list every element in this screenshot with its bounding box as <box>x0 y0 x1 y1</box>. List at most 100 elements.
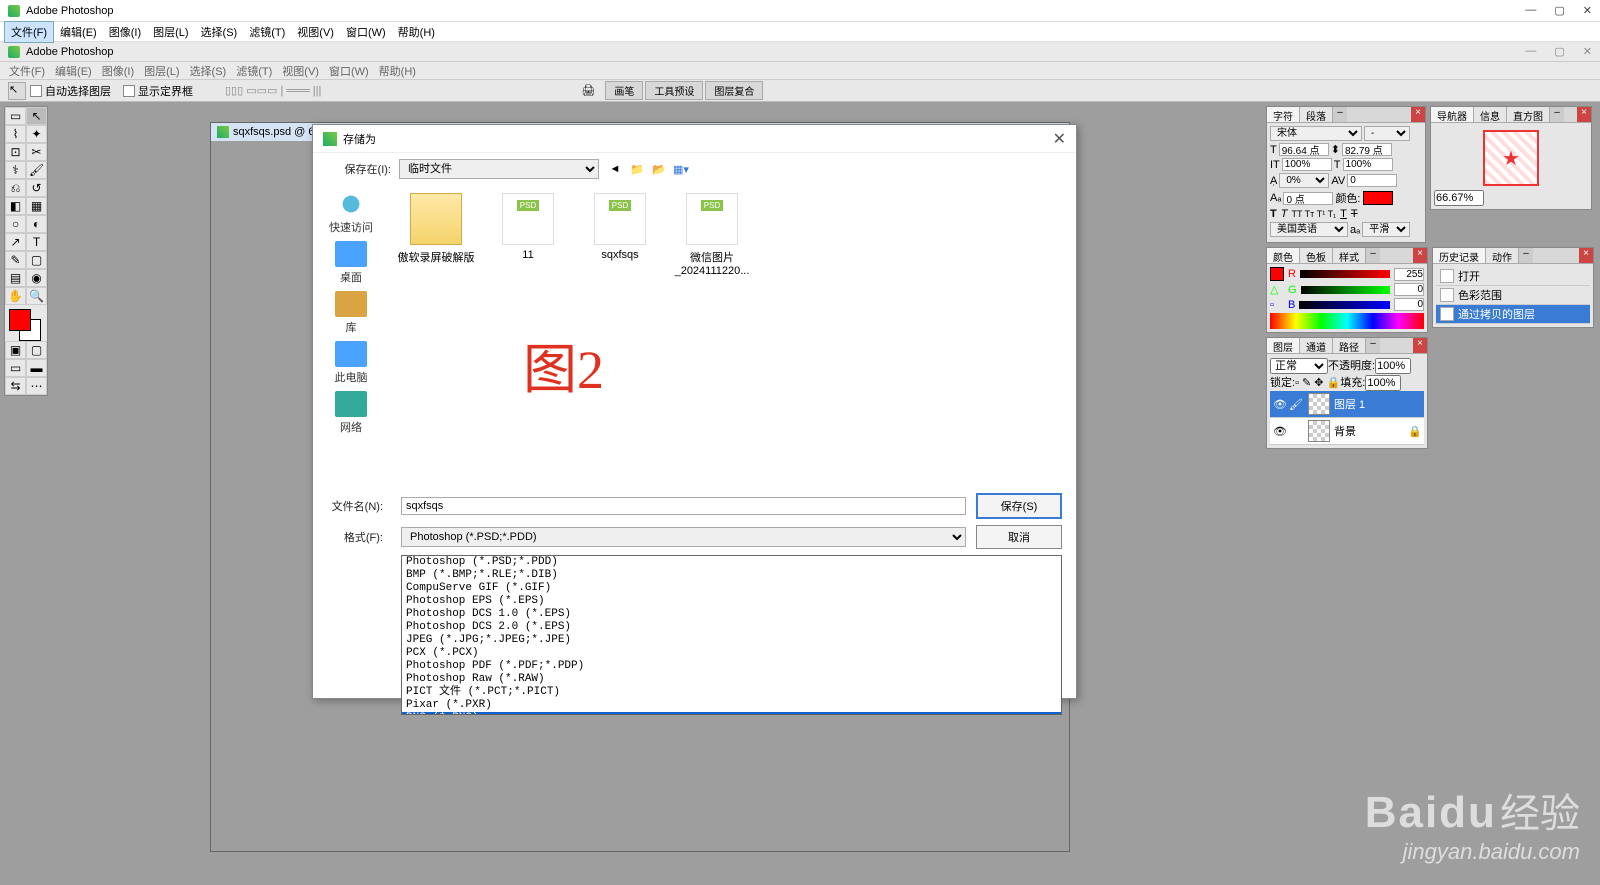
submenu-layer[interactable]: 图层(L) <box>139 62 184 80</box>
menu-filter[interactable]: 滤镜(T) <box>243 22 291 42</box>
heal-tool[interactable]: ⚕ <box>5 161 26 179</box>
menu-select[interactable]: 选择(S) <box>195 22 244 42</box>
r-slider[interactable] <box>1300 270 1390 278</box>
pen-tool[interactable]: ✎ <box>5 251 26 269</box>
sub-close-icon[interactable]: ✕ <box>1583 45 1592 58</box>
sub-minimize-icon[interactable]: — <box>1525 45 1536 58</box>
history-brush-tool[interactable]: ↺ <box>26 179 47 197</box>
format-select[interactable]: Photoshop (*.PSD;*.PDD) <box>401 527 966 547</box>
place-network[interactable]: 网络 <box>335 391 367 435</box>
screenmode-icon[interactable]: ▢ <box>26 341 47 359</box>
visibility-icon[interactable]: 👁 <box>1272 425 1288 438</box>
spectrum-picker[interactable] <box>1270 313 1424 329</box>
save-in-select[interactable]: 临时文件 <box>399 159 599 179</box>
zoom-input[interactable] <box>1434 190 1484 206</box>
save-button[interactable]: 保存(S) <box>976 493 1062 519</box>
submenu-image[interactable]: 图像(I) <box>97 62 139 80</box>
tab-character[interactable]: 字符 <box>1267 107 1300 122</box>
format-option[interactable]: CompuServe GIF (*.GIF) <box>402 582 1061 595</box>
hand-tool[interactable]: ✋ <box>5 287 26 305</box>
font-style-select[interactable]: - <box>1364 126 1410 141</box>
shape-tool[interactable]: ▢ <box>26 251 47 269</box>
g-input[interactable] <box>1394 283 1424 296</box>
jump-icon[interactable]: ⇆ <box>5 377 26 395</box>
format-option[interactable]: Photoshop DCS 1.0 (*.EPS) <box>402 608 1061 621</box>
menu-image[interactable]: 图像(I) <box>103 22 147 42</box>
crop-tool[interactable]: ⊡ <box>5 143 26 161</box>
tab-layer-comps[interactable]: 图层复合 <box>705 81 763 100</box>
color-swatches[interactable] <box>5 305 47 341</box>
font-family-select[interactable]: 宋体 <box>1270 126 1362 141</box>
zoom-tool[interactable]: 🔍 <box>26 287 47 305</box>
close-icon[interactable]: ✕ <box>1583 4 1592 17</box>
antialias-select[interactable]: 平滑 <box>1362 222 1410 237</box>
tab-info[interactable]: 信息 <box>1474 107 1507 122</box>
g-slider[interactable] <box>1301 286 1390 294</box>
link-icon[interactable]: 🖌 <box>1288 398 1304 411</box>
submenu-window[interactable]: 窗口(W) <box>324 62 374 80</box>
lock-icons[interactable]: ▫ ✎ ✥ 🔒 <box>1295 377 1340 389</box>
file-item[interactable]: 11 <box>489 193 567 261</box>
slice-tool[interactable]: ✂ <box>26 143 47 161</box>
history-item[interactable]: 通过拷贝的图层 <box>1436 305 1590 324</box>
dodge-tool[interactable]: ◐ <box>26 215 47 233</box>
lang-select[interactable]: 美国英语 <box>1270 222 1348 237</box>
viewmenu-icon[interactable]: ▦▾ <box>673 161 689 177</box>
leading-input[interactable] <box>1342 143 1392 156</box>
align-icons[interactable]: ▯▯▯ ▭▭▭ | ═══ ||| <box>225 84 321 97</box>
navigator-thumb[interactable] <box>1483 130 1539 186</box>
submenu-help[interactable]: 帮助(H) <box>374 62 421 80</box>
brush-tool[interactable]: 🖌 <box>26 161 47 179</box>
panel-min-icon[interactable]: – <box>1333 107 1347 122</box>
stamp-tool[interactable]: ⎌ <box>5 179 26 197</box>
place-quick[interactable]: 快速访问 <box>329 191 373 235</box>
dialog-titlebar[interactable]: 存储为 ✕ <box>313 125 1076 153</box>
tab-paragraph[interactable]: 段落 <box>1300 107 1333 122</box>
screen-std-icon[interactable]: ▭ <box>5 359 26 377</box>
r-input[interactable] <box>1394 268 1424 281</box>
lasso-tool[interactable]: ⌇ <box>5 125 26 143</box>
tab-navigator[interactable]: 导航器 <box>1431 107 1474 122</box>
tab-layers[interactable]: 图层 <box>1267 338 1300 353</box>
panel-close-icon[interactable]: × <box>1411 107 1425 122</box>
place-library[interactable]: 库 <box>335 291 367 335</box>
tab-paths[interactable]: 路径 <box>1333 338 1366 353</box>
submenu-file[interactable]: 文件(F) <box>4 62 50 80</box>
format-option[interactable]: Pixar (*.PXR) <box>402 699 1061 712</box>
tab-color[interactable]: 颜色 <box>1267 248 1300 263</box>
maximize-icon[interactable]: ▢ <box>1554 4 1564 17</box>
tracking-select[interactable]: 0% <box>1279 173 1329 188</box>
gradient-tool[interactable]: ▦ <box>26 197 47 215</box>
tab-history[interactable]: 历史记录 <box>1433 248 1486 263</box>
path-tool[interactable]: ↗ <box>5 233 26 251</box>
dialog-close-icon[interactable]: ✕ <box>1053 129 1066 149</box>
tab-channels[interactable]: 通道 <box>1300 338 1333 353</box>
layer-row[interactable]: 👁🖌图层 1 <box>1270 391 1424 418</box>
tab-styles[interactable]: 样式 <box>1333 248 1366 263</box>
file-list[interactable]: 傲软录屏破解版 11 sqxfsqs 微信图片_2024111220... 图2 <box>389 185 1076 485</box>
print-icon[interactable]: 🖨 <box>581 84 595 97</box>
blend-mode-select[interactable]: 正常 <box>1270 358 1328 374</box>
wand-tool[interactable]: ✦ <box>26 125 47 143</box>
submenu-filter[interactable]: 滤镜(T) <box>231 62 277 80</box>
format-option[interactable]: PICT 文件 (*.PCT;*.PICT) <box>402 686 1061 699</box>
menu-edit[interactable]: 编辑(E) <box>54 22 103 42</box>
menu-window[interactable]: 窗口(W) <box>340 22 392 42</box>
baseline-input[interactable] <box>1283 192 1333 205</box>
blur-tool[interactable]: ○ <box>5 215 26 233</box>
font-size-input[interactable] <box>1279 143 1329 156</box>
move-tool-icon[interactable]: ↖ <box>8 82 26 100</box>
format-option[interactable]: Photoshop PDF (*.PDF;*.PDP) <box>402 660 1061 673</box>
menu-file[interactable]: 文件(F) <box>4 21 54 43</box>
cancel-button[interactable]: 取消 <box>976 525 1062 549</box>
filename-input[interactable] <box>401 497 966 515</box>
back-icon[interactable]: ◄ <box>607 161 623 177</box>
eyedropper-tool[interactable]: ◉ <box>26 269 47 287</box>
format-option[interactable]: PNG (*.PNG) <box>402 712 1061 715</box>
format-option[interactable]: Photoshop (*.PSD;*.PDD) <box>402 556 1061 569</box>
opacity-input[interactable] <box>1375 358 1411 374</box>
format-option[interactable]: BMP (*.BMP;*.RLE;*.DIB) <box>402 569 1061 582</box>
format-option[interactable]: Photoshop DCS 2.0 (*.EPS) <box>402 621 1061 634</box>
submenu-edit[interactable]: 编辑(E) <box>50 62 97 80</box>
place-desktop[interactable]: 桌面 <box>335 241 367 285</box>
